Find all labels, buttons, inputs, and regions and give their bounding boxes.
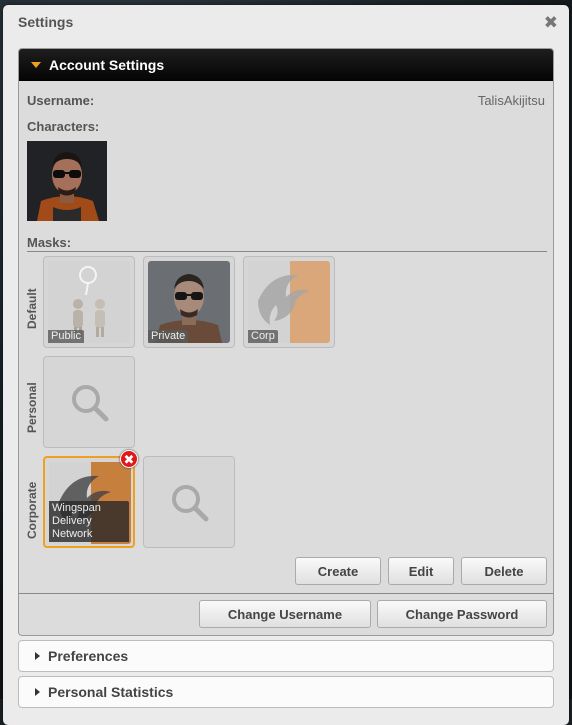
close-icon[interactable]: ✖ [544, 14, 558, 32]
mask-public[interactable]: Public [43, 256, 135, 348]
search-icon [172, 485, 209, 522]
change-username-button[interactable]: Change Username [199, 600, 371, 628]
delete-button[interactable]: Delete [461, 557, 547, 585]
account-settings-title: Account Settings [49, 56, 165, 73]
mask-caption: Wingspan Delivery Network [49, 501, 129, 542]
create-button[interactable]: Create [295, 557, 381, 585]
preferences-section-header[interactable]: Preferences [18, 640, 554, 672]
character-portrait-image [27, 141, 107, 221]
caret-right-icon [35, 652, 40, 660]
mask-caption: Public [48, 330, 84, 343]
masks-divider [27, 251, 547, 252]
mask-private[interactable]: Private [143, 256, 235, 348]
characters-label: Characters: [27, 119, 100, 134]
account-settings-body: Username: TalisAkijitsu Characters: Mask… [19, 81, 553, 635]
account-settings-panel: Account Settings Username: TalisAkijitsu… [18, 48, 554, 636]
mask-caption: Corp [248, 330, 278, 343]
corporate-row-label: Corporate [25, 481, 39, 539]
personal-statistics-section-header[interactable]: Personal Statistics [18, 676, 554, 708]
add-personal-mask[interactable] [43, 356, 135, 448]
caret-down-icon [31, 61, 41, 68]
settings-dialog: Settings ✖ Account Settings Username: Ta… [3, 5, 569, 725]
username-value: TalisAkijitsu [477, 93, 545, 108]
search-icon [72, 385, 109, 422]
username-label: Username: [27, 93, 95, 108]
character-portrait[interactable] [27, 141, 107, 221]
dialog-title: Settings [18, 14, 74, 30]
remove-icon[interactable]: ✖ [120, 450, 138, 468]
personal-row-label: Personal [25, 382, 39, 433]
edit-button[interactable]: Edit [388, 557, 454, 585]
mask-wingspan-delivery-network[interactable]: Wingspan Delivery Network [43, 456, 135, 548]
mask-caption: Private [148, 330, 189, 343]
caret-right-icon [35, 688, 40, 696]
add-corporate-mask[interactable] [143, 456, 235, 548]
default-row-label: Default [25, 288, 39, 329]
account-settings-header[interactable]: Account Settings [19, 49, 553, 81]
preferences-title: Preferences [48, 648, 129, 664]
change-password-button[interactable]: Change Password [377, 600, 547, 628]
personal-statistics-title: Personal Statistics [48, 684, 174, 700]
footer-divider [19, 593, 553, 594]
masks-label: Masks: [27, 235, 72, 250]
mask-corp[interactable]: Corp [243, 256, 335, 348]
